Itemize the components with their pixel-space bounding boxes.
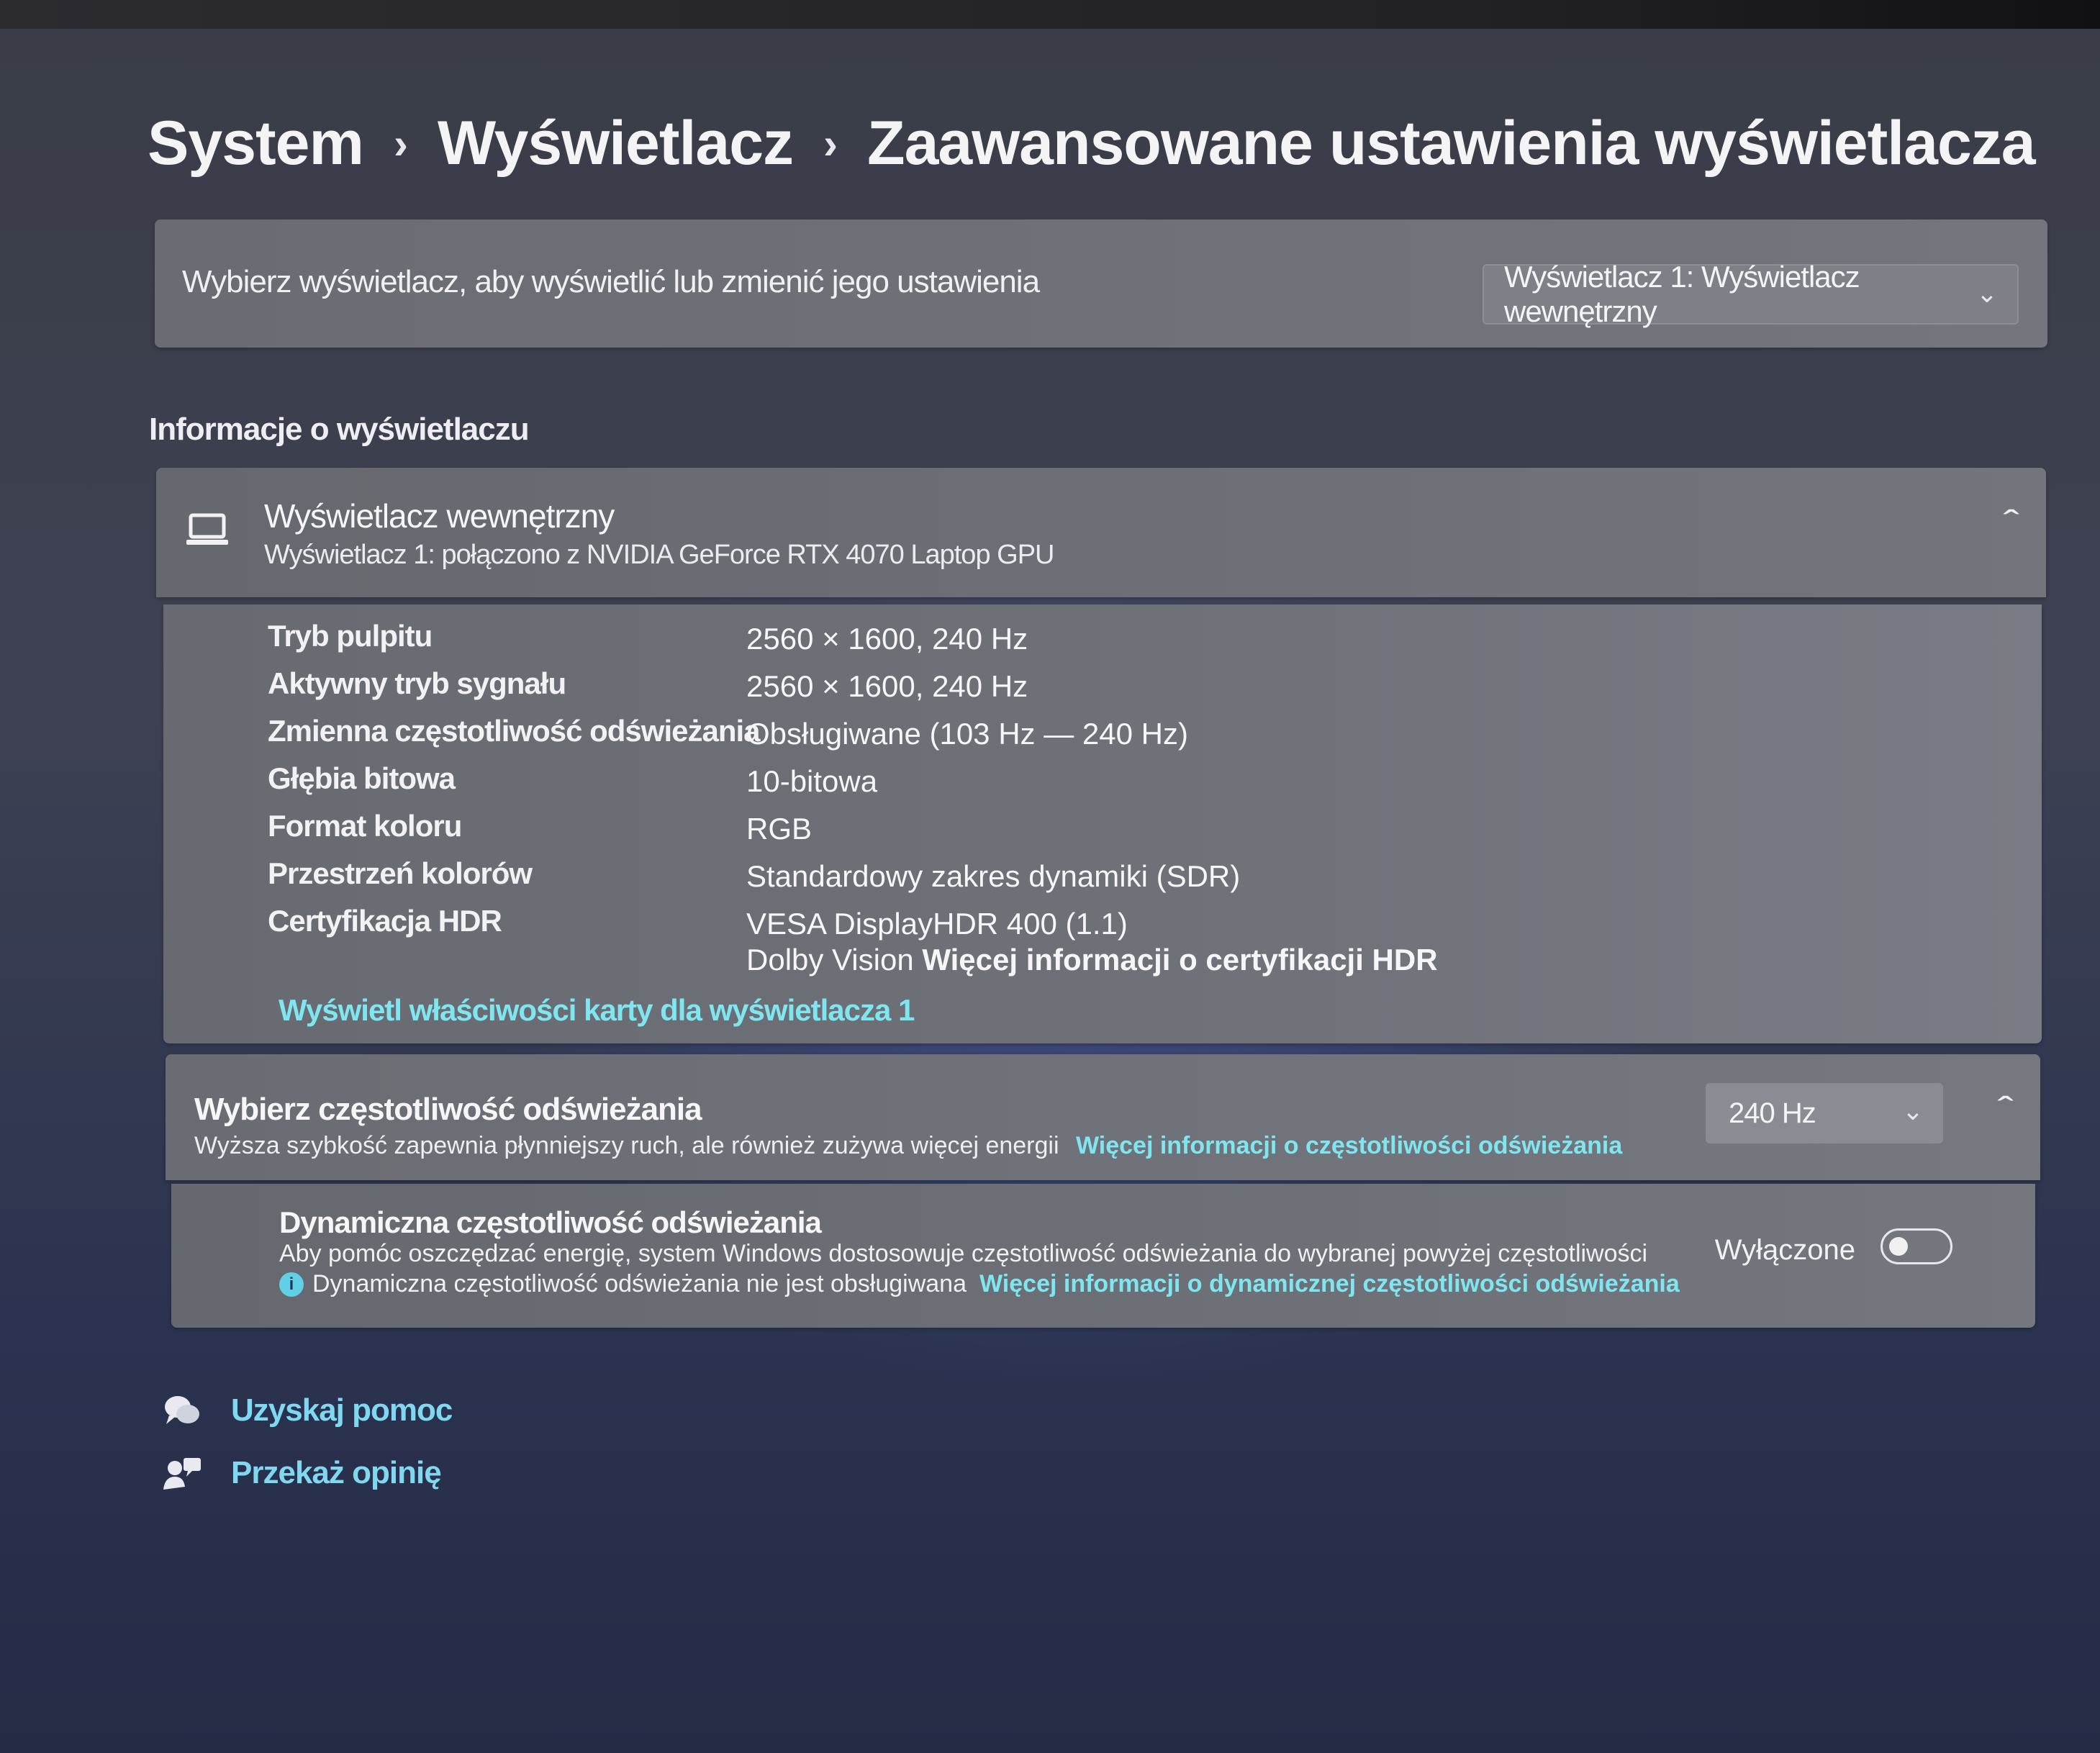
page-title: Zaawansowane ustawienia wyświetlacza: [867, 109, 2036, 178]
property-name: Głębia bitowa: [268, 761, 456, 795]
refresh-rate-title: Wybierz częstotliwość odświeżania: [194, 1092, 702, 1127]
property-name: Certyfikacja HDR: [268, 904, 502, 938]
breadcrumb-display[interactable]: Wyświetlacz: [438, 108, 794, 179]
monitor-bezel: [0, 0, 2100, 29]
dynamic-refresh-info-link[interactable]: Więcej informacji o dynamicznej częstotl…: [979, 1270, 1680, 1298]
display-name: Wyświetlacz wewnętrzny: [264, 497, 615, 535]
feedback-label: Przekaż opinię: [231, 1455, 442, 1490]
refresh-rate-info-link[interactable]: Więcej informacji o częstotliwości odświ…: [1076, 1132, 1622, 1159]
breadcrumb-separator: ›: [823, 119, 838, 168]
feedback-icon: [163, 1458, 201, 1490]
property-value: VESA DisplayHDR 400 (1.1): [746, 907, 1128, 941]
property-name: Aktywny tryb sygnału: [268, 666, 566, 700]
refresh-rate-card: Wybierz częstotliwość odświeżania Wyższa…: [166, 1054, 2040, 1180]
chevron-down-icon: ⌄: [1975, 278, 1998, 308]
collapse-chevron-up-icon[interactable]: ˆ: [1998, 1090, 2014, 1130]
display-info-header[interactable]: Wyświetlacz wewnętrzny Wyświetlacz 1: po…: [156, 468, 2046, 597]
breadcrumb-separator: ›: [393, 119, 408, 168]
refresh-rate-value: 240 Hz: [1729, 1097, 1816, 1129]
display-select[interactable]: Wyświetlacz 1: Wyświetlacz wewnętrzny ⌄: [1483, 260, 2019, 328]
hdr-info-link[interactable]: Więcej informacji o certyfikacji HDR: [922, 943, 1437, 977]
dynamic-refresh-row: Dynamiczna częstotliwość odświeżania Aby…: [171, 1184, 2035, 1328]
property-value: Standardowy zakres dynamiki (SDR): [746, 859, 1241, 893]
property-name: Format koloru: [268, 809, 462, 843]
choose-display-label: Wybierz wyświetlacz, aby wyświetlić lub …: [182, 264, 1040, 299]
property-name: Tryb pulpitu: [268, 619, 433, 653]
display-select-value: Wyświetlacz 1: Wyświetlacz wewnętrzny: [1504, 260, 1860, 328]
get-help-link[interactable]: Uzyskaj pomoc: [162, 1392, 453, 1428]
feedback-link[interactable]: Przekaż opinię: [162, 1455, 442, 1491]
dynamic-refresh-unsupported-text: Dynamiczna częstotliwość odświeżania nie…: [312, 1270, 967, 1297]
property-name: Przestrzeń kolorów: [268, 856, 533, 890]
property-name: Zmienna częstotliwość odświeżania: [268, 714, 761, 748]
get-help-label: Uzyskaj pomoc: [231, 1392, 453, 1428]
laptop-icon: [186, 513, 228, 545]
property-value: RGB: [746, 812, 813, 846]
breadcrumb: System › Wyświetlacz › Zaawansowane usta…: [148, 108, 2036, 179]
help-icon: [165, 1396, 199, 1424]
refresh-rate-description: Wyższa szybkość zapewnia płynniejszy ruc…: [194, 1132, 1059, 1159]
property-value: 10-bitowa: [746, 764, 878, 798]
refresh-rate-select[interactable]: 240 Hz ⌄: [1706, 1083, 1943, 1143]
dynamic-refresh-toggle[interactable]: [1881, 1228, 1952, 1264]
collapse-chevron-up-icon[interactable]: ˆ: [2004, 504, 2019, 543]
dynamic-refresh-description: Aby pomóc oszczędzać energię, system Win…: [279, 1240, 1648, 1267]
hdr-extra: Dolby Vision Więcej informacji o certyfi…: [746, 943, 1438, 977]
toggle-knob: [1889, 1237, 1908, 1256]
adapter-properties-link[interactable]: Wyświetl właściwości karty dla wyświetla…: [279, 993, 915, 1028]
dolby-vision-text: Dolby Vision: [746, 943, 914, 977]
chevron-down-icon: ⌄: [1901, 1096, 1924, 1125]
property-value: Obsługiwane (103 Hz — 240 Hz): [746, 717, 1188, 751]
section-title-display-info: Informacje o wyświetlaczu: [149, 412, 530, 447]
choose-display-card: Wybierz wyświetlacz, aby wyświetlić lub …: [155, 219, 2047, 348]
property-value: 2560 × 1600, 240 Hz: [746, 622, 1028, 656]
dynamic-refresh-title: Dynamiczna częstotliwość odświeżania: [279, 1205, 822, 1239]
toggle-state-label: Wyłączone: [1714, 1234, 1855, 1266]
refresh-rate-subtitle: Wyższa szybkość zapewnia płynniejszy ruc…: [194, 1132, 1622, 1160]
dynamic-refresh-note: i Dynamiczna częstotliwość odświeżania n…: [279, 1270, 1680, 1298]
breadcrumb-system[interactable]: System: [148, 108, 364, 179]
property-value: 2560 × 1600, 240 Hz: [746, 669, 1028, 703]
display-subtitle: Wyświetlacz 1: połączono z NVIDIA GeForc…: [264, 540, 1054, 570]
display-info-body: Tryb pulpitu 2560 × 1600, 240 Hz Aktywny…: [163, 604, 2042, 1043]
info-icon: i: [279, 1272, 304, 1297]
